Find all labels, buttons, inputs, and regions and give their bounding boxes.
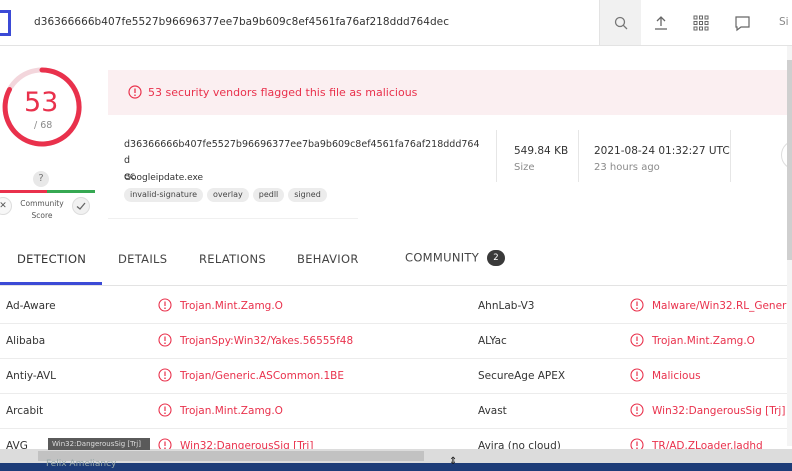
alert-circle-icon xyxy=(128,85,142,99)
top-search-bar: d36366666b407fe5527b96696377ee7ba9b609c8… xyxy=(0,0,792,46)
vendor-name: Arcabit xyxy=(6,405,44,417)
detection-result: TrojanSpy:Win32/Yakes.56555f48 xyxy=(180,335,354,347)
horizontal-scrollbar[interactable] xyxy=(0,449,792,463)
file-size: 549.84 KB xyxy=(514,145,569,157)
search-input[interactable]: d36366666b407fe5527b96696377ee7ba9b609c8… xyxy=(34,16,449,28)
analysis-relative-date: 23 hours ago xyxy=(594,162,660,173)
detection-count: 53 xyxy=(24,87,59,118)
vote-malicious-button[interactable]: ✕ xyxy=(0,197,12,215)
alert-circle-icon xyxy=(630,403,644,417)
divider xyxy=(578,130,579,182)
tab-behavior[interactable]: BEHAVIOR xyxy=(297,252,359,266)
community-score-bar xyxy=(0,190,95,193)
taskbar xyxy=(0,463,792,471)
vendor-name: SecureAge APEX xyxy=(478,370,566,382)
alert-circle-icon xyxy=(158,298,172,312)
file-name: Googleipdate.exe xyxy=(124,173,204,183)
divider xyxy=(730,130,731,182)
vendor-name: Alibaba xyxy=(6,335,46,347)
tab-community-label: COMMUNITY xyxy=(405,250,480,265)
tag-chip[interactable]: signed xyxy=(288,188,327,202)
alert-circle-icon xyxy=(158,403,172,417)
tag-chip[interactable]: pedll xyxy=(252,188,285,202)
detection-result: Malware/Win32.RL_Generic.R xyxy=(652,300,792,312)
search-button[interactable] xyxy=(599,0,641,45)
file-tags: invalid-signature overlay pedll signed xyxy=(124,188,327,202)
alert-circle-icon xyxy=(158,368,172,382)
tag-chip[interactable]: invalid-signature xyxy=(124,188,204,202)
apps-grid-icon[interactable] xyxy=(691,13,711,33)
alert-circle-icon xyxy=(630,333,644,347)
tooltip: Win32:DangerousSig [Trj] xyxy=(48,438,150,450)
mouse-cursor-icon: ⇕ xyxy=(449,456,458,467)
sign-in-link[interactable]: Si xyxy=(779,16,789,28)
file-size-label: Size xyxy=(514,162,535,173)
detection-total: / 68 xyxy=(34,120,53,131)
tab-community[interactable]: COMMUNITY 2 xyxy=(405,250,506,266)
tab-relations[interactable]: RELATIONS xyxy=(199,252,266,266)
table-row: Ad-Aware Trojan.Mint.Zamg.O AhnLab-V3 Ma… xyxy=(0,289,792,324)
detection-result: Trojan.Mint.Zamg.O xyxy=(180,405,283,417)
vendor-name: AhnLab-V3 xyxy=(478,300,535,312)
vendor-name: ALYac xyxy=(478,335,507,347)
detection-result: Win32:DangerousSig [Trj] xyxy=(652,405,786,417)
malicious-alert-banner: 53 security vendors flagged this file as… xyxy=(108,70,792,115)
search-icon xyxy=(614,16,627,29)
check-icon xyxy=(76,202,86,210)
table-row: Arcabit Trojan.Mint.Zamg.O Avast Win32:D… xyxy=(0,394,792,429)
active-tab-indicator xyxy=(0,282,102,285)
divider xyxy=(496,130,497,182)
detection-result: Trojan/Generic.ASCommon.1BE xyxy=(180,370,344,382)
tag-chip[interactable]: overlay xyxy=(207,188,249,202)
vendor-name: Antiy-AVL xyxy=(6,370,57,382)
alert-message: 53 security vendors flagged this file as… xyxy=(148,86,418,99)
vote-harmless-button[interactable] xyxy=(72,197,90,215)
community-score-label: Community Score xyxy=(20,199,64,220)
taskbar-item[interactable]: Felix Ameliancy xyxy=(46,459,116,469)
logo-icon[interactable] xyxy=(0,10,11,36)
alert-circle-icon xyxy=(158,333,172,347)
divider xyxy=(108,218,358,219)
analysis-date: 2021-08-24 01:32:27 UTC xyxy=(594,145,730,157)
detection-result: Trojan.Mint.Zamg.O xyxy=(180,300,283,312)
alert-circle-icon xyxy=(630,298,644,312)
community-score-value: ? xyxy=(33,171,49,187)
vendor-name: Ad-Aware xyxy=(6,300,56,312)
upload-icon[interactable] xyxy=(651,13,671,33)
chat-icon[interactable] xyxy=(732,13,752,33)
table-row: Alibaba TrojanSpy:Win32/Yakes.56555f48 A… xyxy=(0,324,792,359)
tab-detection[interactable]: DETECTION xyxy=(17,252,86,266)
alert-circle-icon xyxy=(630,368,644,382)
detection-result: Trojan.Mint.Zamg.O xyxy=(652,335,755,347)
community-count-badge: 2 xyxy=(487,250,506,266)
tab-bar: DETECTION DETAILS RELATIONS BEHAVIOR COM… xyxy=(0,238,792,286)
vertical-scrollbar-thumb[interactable] xyxy=(787,60,792,260)
table-row: Antiy-AVL Trojan/Generic.ASCommon.1BE Se… xyxy=(0,359,792,394)
tab-details[interactable]: DETAILS xyxy=(118,252,167,266)
detection-result: Malicious xyxy=(652,370,701,382)
vendor-name: Avast xyxy=(478,405,507,417)
